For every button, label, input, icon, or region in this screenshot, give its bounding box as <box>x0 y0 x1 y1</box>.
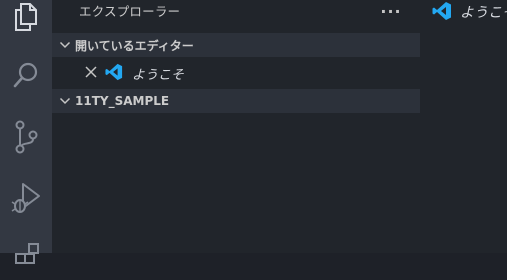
search-button[interactable] <box>0 50 52 100</box>
sidebar-title: エクスプローラー <box>79 4 181 19</box>
explorer-sidebar: エクスプローラー ··· 開いているエディター ようこそ 11TY_SAMPLE <box>52 0 420 253</box>
editor-area: ようこそ <box>420 0 507 253</box>
chevron-down-icon <box>59 41 71 49</box>
open-editors-label: 開いているエディター <box>75 38 194 53</box>
open-editor-item[interactable]: ようこそ <box>52 60 420 86</box>
run-debug-button[interactable] <box>0 172 52 222</box>
run-debug-icon <box>11 183 40 213</box>
vscode-icon <box>105 63 123 81</box>
activity-bar <box>0 0 52 264</box>
chevron-down-icon <box>59 97 71 105</box>
source-control-button[interactable] <box>0 112 52 162</box>
search-icon <box>13 62 38 88</box>
open-editors-section-header[interactable]: 開いているエディター <box>52 33 420 57</box>
folder-label: 11TY_SAMPLE <box>75 94 170 108</box>
sidebar-header: エクスプローラー ··· <box>52 0 420 33</box>
extensions-icon <box>15 243 39 264</box>
folder-section-header[interactable]: 11TY_SAMPLE <box>52 89 420 113</box>
source-control-icon <box>15 120 38 154</box>
close-icon[interactable] <box>85 66 97 78</box>
open-editor-label: ようこそ <box>132 68 185 83</box>
explorer-button[interactable] <box>0 0 52 42</box>
more-actions-button[interactable]: ··· <box>379 0 403 22</box>
extensions-button[interactable] <box>0 230 52 280</box>
vscode-icon <box>432 2 451 20</box>
tab-label: ようこそ <box>460 5 507 21</box>
explorer-icon <box>15 3 37 31</box>
